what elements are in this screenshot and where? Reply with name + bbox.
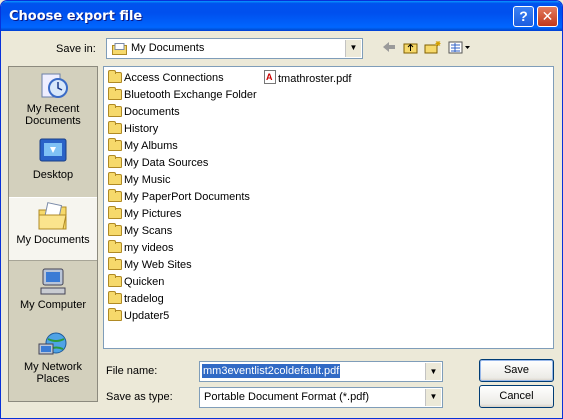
list-item[interactable]: Updater5 [108, 308, 169, 325]
place-my-documents[interactable]: My Documents [9, 197, 97, 261]
place-label: My Documents [16, 234, 90, 246]
save-in-dropdown[interactable]: My Documents ▼ [106, 38, 363, 59]
place-label: Desktop [32, 169, 74, 181]
place-label: My Computer [19, 299, 87, 311]
music-folder-icon [108, 172, 122, 185]
folder-icon [108, 274, 122, 287]
network-places-icon [36, 329, 70, 359]
place-my-computer[interactable]: My Computer [9, 267, 97, 317]
cancel-button[interactable]: Cancel [479, 385, 554, 408]
pdf-file-icon [264, 70, 276, 84]
filename-label: File name: [106, 365, 158, 377]
list-item[interactable]: My Data Sources [108, 155, 208, 172]
save-in-value: My Documents [131, 42, 205, 54]
chevron-down-icon[interactable]: ▼ [345, 40, 361, 57]
pictures-folder-icon [108, 206, 122, 219]
list-item[interactable]: My Albums [108, 138, 178, 155]
place-network[interactable]: My Network Places [9, 329, 97, 395]
list-item[interactable]: tradelog [108, 291, 164, 308]
filename-field[interactable]: mm3eventlist2coldefault.pdf [202, 364, 341, 378]
folder-icon [108, 291, 122, 304]
list-item[interactable]: My PaperPort Documents [108, 189, 250, 206]
list-item[interactable]: History [108, 121, 158, 138]
views-menu-icon[interactable] [446, 40, 474, 60]
list-item[interactable]: Documents [108, 104, 180, 121]
close-button[interactable]: ✕ [537, 6, 558, 27]
folder-icon [108, 87, 122, 100]
places-bar: My Recent Documents Desktop My Documents… [8, 66, 98, 402]
list-item[interactable]: My Music [108, 172, 170, 189]
save-in-label: Save in: [56, 43, 96, 55]
save-button[interactable]: Save [479, 359, 554, 382]
chevron-down-icon[interactable]: ▼ [425, 389, 441, 406]
place-recent-documents[interactable]: My Recent Documents [9, 71, 97, 133]
export-dialog: Choose export file ? ✕ Save in: My Docum… [0, 0, 563, 419]
list-item[interactable]: My Scans [108, 223, 172, 240]
back-icon[interactable] [378, 40, 400, 60]
data-sources-folder-icon [108, 155, 122, 168]
list-item[interactable]: my videos [108, 240, 174, 257]
folder-icon [108, 189, 122, 202]
filetype-value: Portable Document Format (*.pdf) [204, 391, 370, 403]
list-item[interactable]: Access Connections [108, 70, 224, 87]
list-item[interactable]: My Pictures [108, 206, 181, 223]
list-item[interactable]: Bluetooth Exchange Folder [108, 87, 257, 104]
recent-documents-icon [36, 71, 70, 101]
list-item[interactable]: Quicken [108, 274, 164, 291]
place-label: My Recent Documents [25, 103, 81, 127]
filetype-label: Save as type: [106, 391, 173, 403]
file-list[interactable]: Access Connections Bluetooth Exchange Fo… [103, 66, 554, 349]
folder-icon [108, 104, 122, 117]
place-desktop[interactable]: Desktop [9, 137, 97, 187]
folder-icon [108, 223, 122, 236]
place-label: My Network Places [23, 361, 83, 385]
help-button[interactable]: ? [513, 6, 534, 27]
chevron-down-icon[interactable]: ▼ [425, 363, 441, 380]
my-documents-small-icon [112, 43, 127, 55]
dialog-title: Choose export file [9, 9, 143, 24]
desktop-icon [36, 137, 70, 167]
folder-icon [108, 138, 122, 151]
folder-icon [108, 70, 122, 83]
my-documents-icon [36, 202, 70, 232]
filetype-dropdown[interactable]: Portable Document Format (*.pdf) ▼ [199, 387, 443, 408]
title-bar[interactable]: Choose export file ? ✕ [1, 1, 562, 31]
list-item[interactable]: My Web Sites [108, 257, 192, 274]
folder-icon [108, 308, 122, 321]
folder-icon [108, 121, 122, 134]
up-folder-icon[interactable] [400, 40, 422, 60]
list-item[interactable]: tmathroster.pdf [264, 70, 351, 87]
new-folder-icon[interactable] [422, 40, 444, 60]
web-sites-folder-icon [108, 257, 122, 270]
filename-combo[interactable]: mm3eventlist2coldefault.pdf ▼ [199, 361, 443, 382]
folder-icon [108, 240, 122, 253]
my-computer-icon [36, 267, 70, 297]
